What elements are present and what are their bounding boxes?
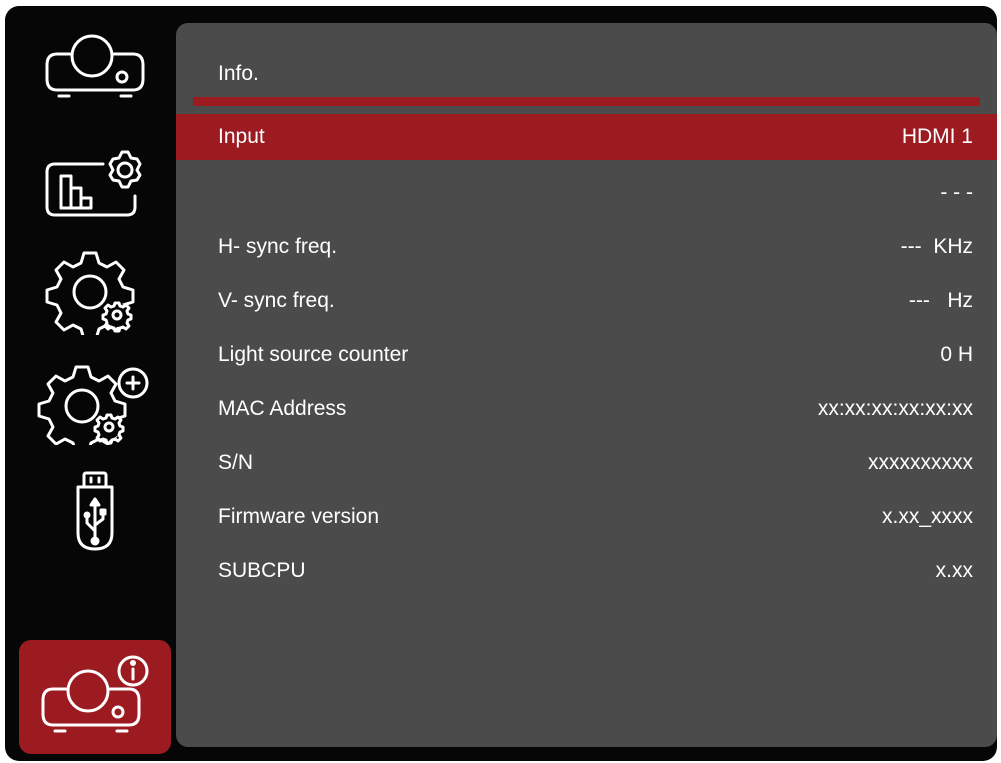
info-row-subcpu[interactable]: SUBCPU x.xx bbox=[176, 548, 997, 594]
row-label: H- sync freq. bbox=[218, 235, 338, 258]
info-panel: Info. Input HDMI 1 - - - H- sync freq. -… bbox=[176, 23, 997, 747]
row-value: HDMI 1 bbox=[901, 125, 973, 148]
advanced-settings-icon bbox=[37, 365, 149, 445]
row-value: - - - bbox=[940, 181, 973, 204]
settings-gears-icon bbox=[45, 251, 135, 335]
page-title: Info. bbox=[218, 62, 259, 85]
info-row-input[interactable]: Input HDMI 1 bbox=[176, 114, 997, 160]
title-divider bbox=[193, 97, 980, 106]
usb-drive-icon bbox=[76, 471, 114, 551]
row-label: MAC Address bbox=[218, 397, 347, 420]
osd-window: Info. Input HDMI 1 - - - H- sync freq. -… bbox=[5, 6, 997, 761]
row-label: SUBCPU bbox=[218, 559, 306, 582]
row-value: --- Hz bbox=[908, 289, 973, 312]
image-settings-icon bbox=[45, 150, 142, 217]
projector-info-icon bbox=[41, 655, 149, 733]
row-value: --- KHz bbox=[900, 235, 973, 258]
projector-icon bbox=[45, 34, 145, 98]
sidebar-item-projector[interactable] bbox=[19, 16, 171, 124]
info-row-serial-number[interactable]: S/N xxxxxxxxxx bbox=[176, 440, 997, 486]
row-label: Firmware version bbox=[218, 505, 380, 528]
info-row-resolution[interactable]: - - - bbox=[176, 170, 997, 216]
row-label: V- sync freq. bbox=[218, 289, 335, 312]
row-label: Input bbox=[218, 125, 265, 148]
row-value: xxxxxxxxxx bbox=[868, 451, 973, 474]
sidebar-item-info[interactable] bbox=[19, 640, 171, 754]
row-value: 0 H bbox=[940, 343, 973, 366]
sidebar-item-settings[interactable] bbox=[19, 236, 171, 344]
sidebar-item-usb[interactable] bbox=[19, 456, 171, 564]
sidebar-item-image[interactable] bbox=[19, 126, 171, 234]
row-label: S/N bbox=[218, 451, 254, 474]
row-value: xx:xx:xx:xx:xx:xx bbox=[817, 397, 973, 420]
row-label: Light source counter bbox=[218, 343, 409, 366]
info-row-firmware[interactable]: Firmware version x.xx_xxxx bbox=[176, 494, 997, 540]
info-row-mac-address[interactable]: MAC Address xx:xx:xx:xx:xx:xx bbox=[176, 386, 997, 432]
info-row-v-sync[interactable]: V- sync freq. --- Hz bbox=[176, 278, 997, 324]
row-value: x.xx bbox=[935, 559, 973, 582]
info-row-light-source[interactable]: Light source counter 0 H bbox=[176, 332, 997, 378]
sidebar-item-advanced[interactable] bbox=[19, 346, 171, 454]
info-row-h-sync[interactable]: H- sync freq. --- KHz bbox=[176, 224, 997, 270]
row-value: x.xx_xxxx bbox=[881, 505, 973, 528]
